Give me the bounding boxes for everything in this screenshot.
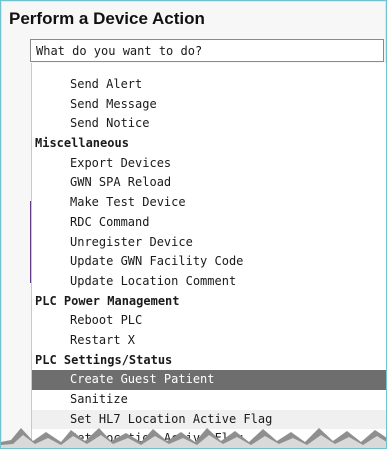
menu-item-make-test-device[interactable]: Make Test Device bbox=[32, 193, 386, 213]
menu-group-miscellaneous: Miscellaneous bbox=[35, 136, 129, 151]
menu-group-plc-settings-status: PLC Settings/Status bbox=[35, 352, 173, 367]
menu-item-update-gwn-facility-code[interactable]: Update GWN Facility Code bbox=[32, 252, 386, 272]
menu-item-send-notice[interactable]: Send Notice bbox=[32, 114, 386, 134]
menu-item-send-message[interactable]: Send Message bbox=[32, 95, 386, 115]
menu-item-rdc-command[interactable]: RDC Command bbox=[32, 213, 386, 233]
menu-item-reboot-plc[interactable]: Reboot PLC bbox=[32, 311, 386, 331]
menu-item-create-guest-patient[interactable]: Create Guest Patient bbox=[32, 370, 386, 390]
action-dropdown-list[interactable]: Send Alert Send Message Send Notice Misc… bbox=[31, 63, 386, 448]
menu-item-sanitize[interactable]: Sanitize bbox=[32, 390, 386, 410]
action-search-input[interactable] bbox=[30, 39, 384, 62]
menu-item-update-location-comment[interactable]: Update Location Comment bbox=[32, 272, 386, 292]
dialog-title: Perform a Device Action bbox=[9, 9, 205, 28]
menu-item-unregister-device[interactable]: Unregister Device bbox=[32, 233, 386, 253]
menu-item-restart-x[interactable]: Restart X bbox=[32, 331, 386, 351]
menu-item-export-devices[interactable]: Export Devices bbox=[32, 154, 386, 174]
menu-item-send-alert[interactable]: Send Alert bbox=[32, 75, 386, 95]
device-action-panel: Perform a Device Action Send Alert Send … bbox=[0, 0, 387, 449]
torn-edge-decoration bbox=[1, 428, 386, 448]
menu-group-plc-power-management: PLC Power Management bbox=[35, 293, 180, 308]
menu-item-gwn-spa-reload[interactable]: GWN SPA Reload bbox=[32, 173, 386, 193]
